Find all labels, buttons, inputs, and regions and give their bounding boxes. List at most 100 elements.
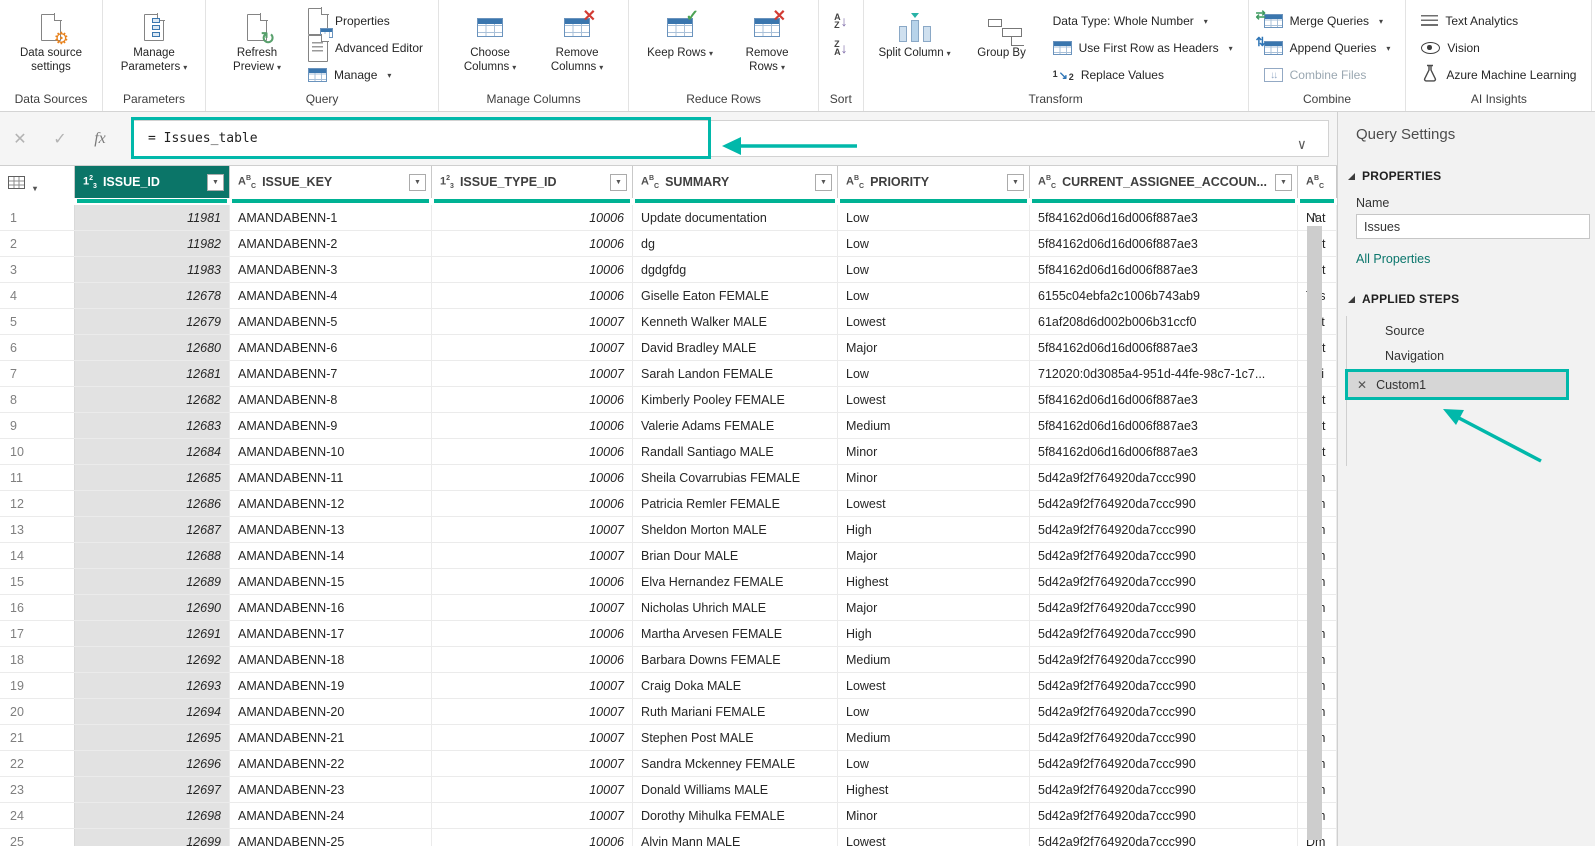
chevron-down-icon[interactable]: ∨ — [1298, 137, 1306, 153]
vertical-scrollbar[interactable]: ∧ — [1305, 208, 1324, 840]
ribbon-button-combine-files: ↓↓Combine Files — [1258, 63, 1397, 87]
cell-issue_key: AMANDABENN-11 — [230, 465, 432, 490]
ribbon-button-sort-az[interactable]: AZ↓ — [828, 9, 854, 33]
cell-issue_type_id: 10007 — [432, 595, 633, 620]
cell-current_assignee: 5f84162d06d16d006f887ae3 — [1030, 387, 1298, 412]
delete-step-icon[interactable]: ✕ — [1357, 378, 1367, 392]
ribbon-group-label: Combine — [1249, 91, 1406, 111]
properties-label: PROPERTIES — [1362, 169, 1441, 183]
cancel-icon[interactable]: ✕ — [0, 129, 40, 149]
text-type-icon: ABC — [641, 175, 659, 190]
column-header-priority[interactable]: ABCPRIORITY▼ — [838, 166, 1030, 198]
filter-dropdown-icon[interactable]: ▼ — [815, 174, 832, 191]
dropdown-caret-icon: ▾ — [1229, 44, 1233, 53]
append-icon: ⇅ — [1264, 41, 1283, 55]
applied-steps-section-header[interactable]: APPLIED STEPS — [1348, 292, 1595, 306]
scrollbar-thumb[interactable] — [1307, 226, 1322, 840]
ribbon-button-advanced-editor[interactable]: Advanced Editor — [302, 36, 429, 60]
table-row: 111981AMANDABENN-110006Update documentat… — [0, 205, 1337, 231]
all-properties-link[interactable]: All Properties — [1356, 252, 1595, 266]
query-settings-panel: Query Settings PROPERTIES Name All Prope… — [1337, 112, 1595, 846]
ribbon-button-azure-machine-learning[interactable]: Azure Machine Learning — [1415, 63, 1582, 87]
sort-az-icon: AZ↓ — [834, 13, 848, 30]
filter-dropdown-icon[interactable]: ▼ — [207, 174, 224, 191]
tbl-x-icon: ✕ — [754, 18, 780, 37]
applied-step-navigation[interactable]: Navigation — [1347, 343, 1595, 368]
column-header-issue-type-id[interactable]: 123ISSUE_TYPE_ID▼ — [432, 166, 633, 198]
table-icon — [8, 176, 25, 189]
ribbon-group-query: ↻Refresh Preview▾Properties Advanced Edit… — [206, 0, 439, 111]
column-header-cu[interactable]: ABCCU▼ — [1298, 166, 1337, 198]
ribbon-button-remove-rows[interactable]: ✕Remove Rows▾ — [725, 5, 809, 74]
button-label: Use First Row as Headers — [1079, 41, 1219, 55]
ribbon-button-properties[interactable]: Properties — [302, 9, 429, 33]
cell-issue_id: 12683 — [75, 413, 230, 438]
ribbon-button-remove-columns[interactable]: ✕Remove Columns▾ — [535, 5, 619, 74]
cell-priority: Lowest — [838, 491, 1030, 516]
column-header-issue-id[interactable]: 123ISSUE_ID▼ — [75, 166, 230, 198]
cell-current_assignee: 5f84162d06d16d006f887ae3 — [1030, 439, 1298, 464]
select-all-corner[interactable]: ▾ — [0, 166, 75, 198]
cell-summary: David Bradley MALE — [633, 335, 838, 360]
ribbon-button-append-queries[interactable]: ⇅Append Queries▾ — [1258, 36, 1397, 60]
filter-dropdown-icon[interactable]: ▼ — [610, 174, 627, 191]
table-row: 512679AMANDABENN-510007Kenneth Walker MA… — [0, 309, 1337, 335]
query-name-input[interactable] — [1356, 214, 1590, 239]
ribbon-button-manage-parameters[interactable]: Manage Parameters▾ — [112, 5, 196, 74]
column-header-issue-key[interactable]: ABCISSUE_KEY▼ — [230, 166, 432, 198]
cell-priority: Low — [838, 205, 1030, 230]
button-label: Manage — [334, 68, 377, 82]
ribbon-group-label: Reduce Rows — [629, 91, 818, 111]
button-label: Advanced Editor — [335, 41, 423, 55]
cell-current_assignee: 5d42a9f2f764920da7ccc990 — [1030, 673, 1298, 698]
check-icon[interactable]: ✓ — [40, 129, 80, 149]
cell-issue_type_id: 10007 — [432, 361, 633, 386]
row-number-cell: 15 — [0, 569, 75, 594]
column-header-current-assignee-accoun[interactable]: ABCCURRENT_ASSIGNEE_ACCOUN...▼ — [1030, 166, 1298, 198]
chevron-down-icon[interactable]: ▾ — [33, 184, 37, 193]
combine-icon: ↓↓ — [1264, 68, 1283, 82]
applied-step-source[interactable]: Source — [1347, 318, 1595, 343]
cell-issue_key: AMANDABENN-23 — [230, 777, 432, 802]
ribbon-button-choose-columns[interactable]: Choose Columns▾ — [448, 5, 532, 74]
ribbon-button-keep-rows[interactable]: ✓Keep Rows▾ — [638, 5, 722, 61]
collapse-triangle-icon[interactable] — [1348, 296, 1355, 303]
cell-current_assignee: 712020:0d3085a4-951d-44fe-98c7-1c7... — [1030, 361, 1298, 386]
cell-issue_key: AMANDABENN-25 — [230, 829, 432, 846]
filter-dropdown-icon[interactable]: ▼ — [409, 174, 426, 191]
merge-icon: ⇄ — [1264, 14, 1283, 28]
ribbon-group-label: Query — [206, 91, 438, 111]
ribbon-button-replace-values[interactable]: 1↘2Replace Values — [1047, 63, 1239, 87]
dropdown-caret-icon: ▾ — [1379, 17, 1383, 26]
cell-issue_id: 12684 — [75, 439, 230, 464]
properties-section-header[interactable]: PROPERTIES — [1348, 169, 1595, 183]
ribbon-button-vision[interactable]: Vision — [1415, 36, 1582, 60]
ribbon-button-refresh-preview[interactable]: ↻Refresh Preview▾ — [215, 5, 299, 74]
ribbon-button-merge-queries[interactable]: ⇄Merge Queries▾ — [1258, 9, 1397, 33]
applied-step-custom1[interactable]: ✕Custom1 — [1348, 372, 1566, 397]
table-row: 2012694AMANDABENN-2010007Ruth Mariani FE… — [0, 699, 1337, 725]
row-number-cell: 23 — [0, 777, 75, 802]
ribbon-button-manage[interactable]: Manage▾ — [302, 63, 429, 87]
tbl-x-icon: ✕ — [564, 18, 590, 37]
collapse-triangle-icon[interactable] — [1348, 173, 1355, 180]
column-quality-cell — [0, 198, 75, 205]
filter-dropdown-icon[interactable]: ▼ — [1007, 174, 1024, 191]
column-header-summary[interactable]: ABCSUMMARY▼ — [633, 166, 838, 198]
ribbon-button-text-analytics[interactable]: Text Analytics — [1415, 9, 1582, 33]
ribbon-button-data-type-whole-number[interactable]: Data Type: Whole Number▾ — [1047, 9, 1239, 33]
cell-issue_key: AMANDABENN-1 — [230, 205, 432, 230]
ribbon-button-split-column[interactable]: Split Column▾ — [873, 5, 957, 61]
ribbon-button-use-first-row-as-headers[interactable]: Use First Row as Headers ▾ — [1047, 36, 1239, 60]
filter-dropdown-icon[interactable]: ▼ — [1275, 174, 1292, 191]
cell-issue_type_id: 10006 — [432, 829, 633, 846]
cell-issue_type_id: 10007 — [432, 751, 633, 776]
table-row: 1012684AMANDABENN-1010006Randall Santiag… — [0, 439, 1337, 465]
cell-issue_id: 12680 — [75, 335, 230, 360]
quality-bar — [232, 199, 429, 203]
scroll-up-icon[interactable]: ∧ — [1310, 208, 1319, 226]
ribbon-button-group-by[interactable]: Group By — [960, 5, 1044, 61]
ribbon-button-data-source-settings[interactable]: ⚙Data source settings — [9, 5, 93, 74]
ribbon-button-sort-za[interactable]: ZA↓ — [828, 36, 854, 60]
formula-input[interactable]: = Issues_table ∨ — [133, 120, 1329, 157]
